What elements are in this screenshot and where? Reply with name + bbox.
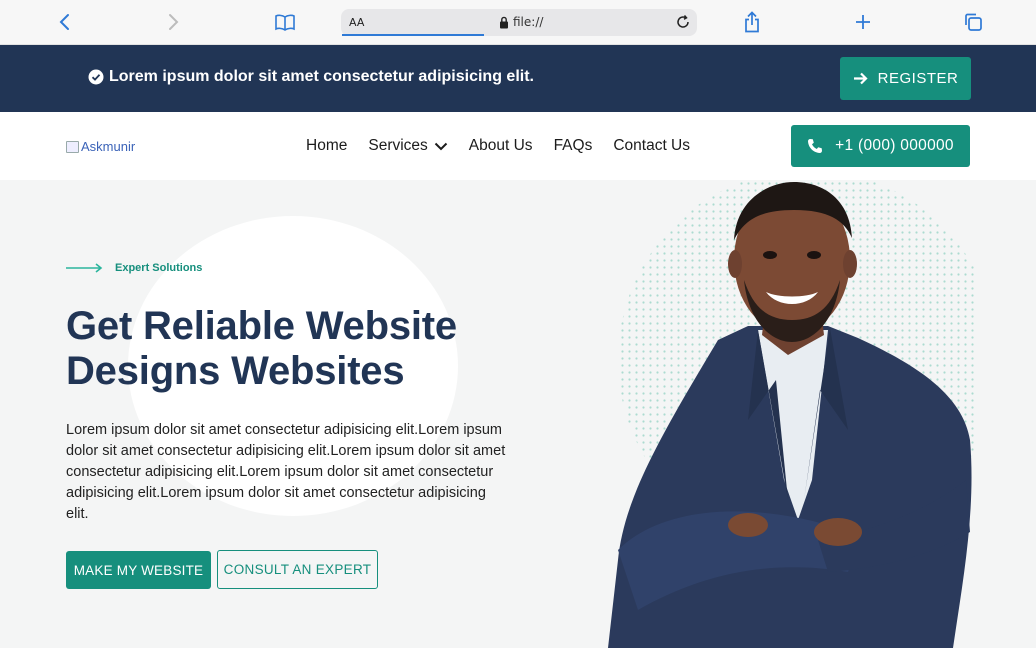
phone-number: +1 (000) 000000 <box>835 137 954 154</box>
address-bar[interactable]: AA file:// <box>341 9 697 36</box>
share-button[interactable] <box>737 8 767 36</box>
phone-icon <box>808 139 823 153</box>
hero-headline: Get Reliable Website Designs Websites <box>66 304 536 394</box>
hero-description: Lorem ipsum dolor sit amet consectetur a… <box>66 422 506 522</box>
register-button[interactable]: REGISTER <box>840 57 971 100</box>
bookmarks-button[interactable] <box>270 8 300 36</box>
arrow-right-icon <box>853 72 868 85</box>
hero-person-image <box>608 180 978 648</box>
site-navbar: Askmunir Home Services About Us FAQs Con… <box>0 112 1036 180</box>
site-logo[interactable]: Askmunir <box>66 139 135 154</box>
hero-eyebrow: Expert Solutions <box>66 262 202 274</box>
nav-item-home[interactable]: Home <box>306 137 347 155</box>
url-text: file:// <box>513 15 544 29</box>
page-load-progress <box>342 34 484 36</box>
new-tab-button[interactable] <box>848 8 878 36</box>
tabs-icon <box>965 13 982 31</box>
announcement-bar: Lorem ipsum dolor sit amet consectetur a… <box>0 45 1036 112</box>
announcement-message: Lorem ipsum dolor sit amet consectetur a… <box>88 68 534 86</box>
reload-icon[interactable] <box>675 14 691 30</box>
nav-item-services[interactable]: Services <box>368 137 448 155</box>
make-my-website-button[interactable]: MAKE MY WEBSITE <box>66 551 211 589</box>
headline-line-1: Get Reliable Website <box>66 304 457 348</box>
hero-section: Expert Solutions Get Reliable Website De… <box>0 180 1036 648</box>
main-nav: Home Services About Us FAQs Contact Us <box>306 137 690 155</box>
lock-icon <box>500 16 508 29</box>
chevron-down-icon <box>434 142 448 150</box>
register-label: REGISTER <box>877 70 959 87</box>
text-size-button[interactable]: AA <box>349 16 364 29</box>
nav-label: Services <box>368 137 428 154</box>
forward-button[interactable] <box>159 8 189 36</box>
nav-label: FAQs <box>553 137 593 154</box>
plus-icon <box>856 15 870 29</box>
share-icon <box>745 11 759 33</box>
announcement-text: Lorem ipsum dolor sit amet consectetur a… <box>109 68 534 85</box>
headline-line-2: Designs Websites <box>66 349 405 393</box>
nav-label: Contact Us <box>613 137 690 154</box>
phone-button[interactable]: +1 (000) 000000 <box>791 125 970 167</box>
check-circle-icon <box>88 69 104 85</box>
book-icon <box>275 14 295 31</box>
nav-item-faqs[interactable]: FAQs <box>554 137 593 155</box>
chevron-right-icon <box>169 14 179 30</box>
broken-image-icon <box>66 140 79 153</box>
logo-alt-text: Askmunir <box>81 139 136 154</box>
nav-label: About Us <box>468 137 533 154</box>
browser-toolbar: AA file:// <box>0 0 1036 45</box>
tabs-button[interactable] <box>958 8 988 36</box>
consult-expert-button[interactable]: CONSULT AN EXPERT <box>217 550 378 589</box>
nav-item-contact[interactable]: Contact Us <box>613 137 690 155</box>
chevron-left-icon <box>59 14 69 30</box>
eyebrow-text: Expert Solutions <box>115 262 203 274</box>
back-button[interactable] <box>49 8 79 36</box>
nav-label: Home <box>306 137 348 154</box>
nav-item-about[interactable]: About Us <box>469 137 533 155</box>
arrow-right-icon <box>66 263 103 273</box>
